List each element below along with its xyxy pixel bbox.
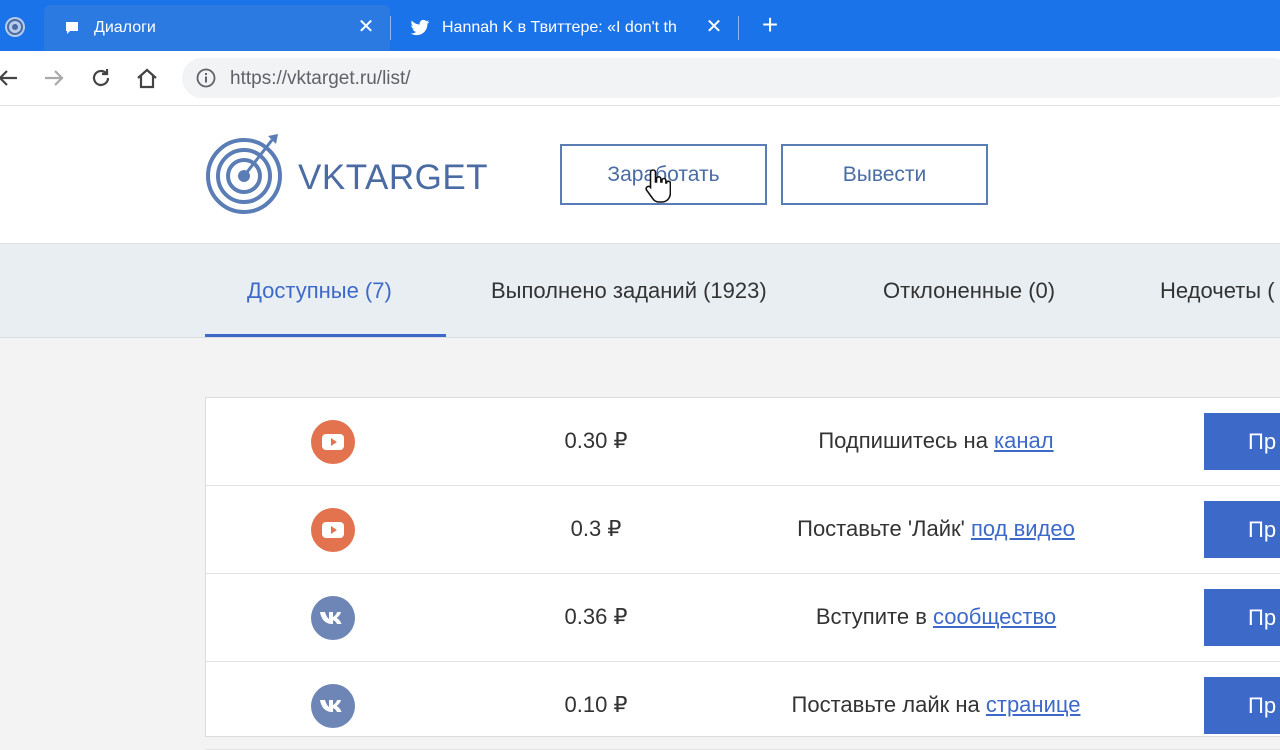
reload-icon (92, 69, 110, 87)
close-tab-icon[interactable]: ✕ (356, 17, 376, 37)
tab-twitter[interactable]: Hannah K в Твиттере: «I don't th ✕ (392, 5, 738, 51)
tab-title: Hannah K в Твиттере: «I don't th (442, 19, 677, 36)
browser-tabstrip: Диалоги ✕ Hannah K в Твиттере: «I don't … (0, 0, 1280, 51)
task-description: Подпишитесь на канал (818, 428, 1054, 453)
tab-title: Диалоги (94, 19, 156, 36)
check-task-button[interactable]: Пр (1204, 677, 1280, 734)
youtube-icon (311, 420, 355, 464)
logo-text[interactable]: VKTARGET (298, 158, 488, 198)
twitter-bird-icon (410, 18, 430, 38)
back-arrow-icon (0, 70, 17, 86)
task-price: 0.36 ₽ (564, 604, 628, 629)
tab-separator (738, 16, 739, 40)
task-link[interactable]: сообщество (933, 604, 1056, 629)
vk-icon (311, 684, 355, 728)
home-button[interactable] (133, 64, 161, 92)
site-info-icon[interactable] (196, 68, 216, 88)
task-row: 0.36 ₽ Вступите в сообщество Пр (206, 574, 1280, 662)
check-task-button[interactable]: Пр (1204, 589, 1280, 646)
browser-toolbar: https://vktarget.ru/list/ (0, 51, 1280, 106)
close-tab-icon[interactable]: ✕ (704, 17, 724, 37)
check-task-button[interactable]: Пр (1204, 501, 1280, 558)
task-description: Поставьте 'Лайк' под видео (797, 516, 1075, 541)
tab-rejected[interactable]: Отклоненные (0) (883, 278, 1055, 304)
chat-bubble-icon (62, 18, 82, 38)
pinned-tab[interactable] (0, 0, 44, 51)
new-tab-button[interactable]: + (756, 11, 784, 40)
tab-defects[interactable]: Недочеты ( (1160, 278, 1275, 304)
withdraw-button[interactable]: Вывести (781, 144, 988, 205)
target-logo-icon[interactable] (206, 130, 286, 214)
forward-arrow-icon (45, 70, 64, 86)
task-price: 0.10 ₽ (564, 692, 628, 717)
tab-completed[interactable]: Выполнено заданий (1923) (491, 278, 767, 304)
vk-icon (311, 596, 355, 640)
tab-available[interactable]: Доступные (7) (247, 278, 392, 304)
task-row: 0.10 ₽ Поставьте лайк на странице Пр (206, 662, 1280, 750)
task-link[interactable]: странице (986, 692, 1081, 717)
task-row: 0.30 ₽ Подпишитесь на канал Пр (206, 398, 1280, 486)
active-tab-underline (205, 334, 446, 337)
task-row: 0.3 ₽ Поставьте 'Лайк' под видео Пр (206, 486, 1280, 574)
task-price: 0.30 ₽ (564, 428, 628, 453)
site-header: VKTARGET Заработать Вывести (0, 106, 1280, 244)
task-filter-tabs: Доступные (7) Выполнено заданий (1923) О… (0, 244, 1280, 338)
forward-button[interactable] (40, 64, 68, 92)
task-description: Вступите в сообщество (815, 604, 1057, 629)
task-list: 0.30 ₽ Подпишитесь на канал Пр 0.3 ₽ Пос… (205, 397, 1280, 750)
vktarget-favicon-icon (5, 17, 25, 37)
task-description: Поставьте лайк на странице (791, 692, 1081, 717)
tab-separator (390, 16, 391, 40)
task-price: 0.3 ₽ (570, 516, 622, 541)
check-task-button[interactable]: Пр (1204, 413, 1280, 470)
task-link[interactable]: канал (994, 428, 1054, 453)
task-link[interactable]: под видео (971, 516, 1075, 541)
tab-dialogs[interactable]: Диалоги ✕ (44, 5, 390, 51)
back-button[interactable] (0, 64, 22, 92)
url-text: https://vktarget.ru/list/ (230, 68, 411, 89)
hand-pointer-icon (645, 169, 671, 203)
address-bar[interactable]: https://vktarget.ru/list/ (182, 58, 1280, 98)
home-icon (137, 68, 157, 89)
youtube-icon (311, 508, 355, 552)
reload-button[interactable] (87, 64, 115, 92)
